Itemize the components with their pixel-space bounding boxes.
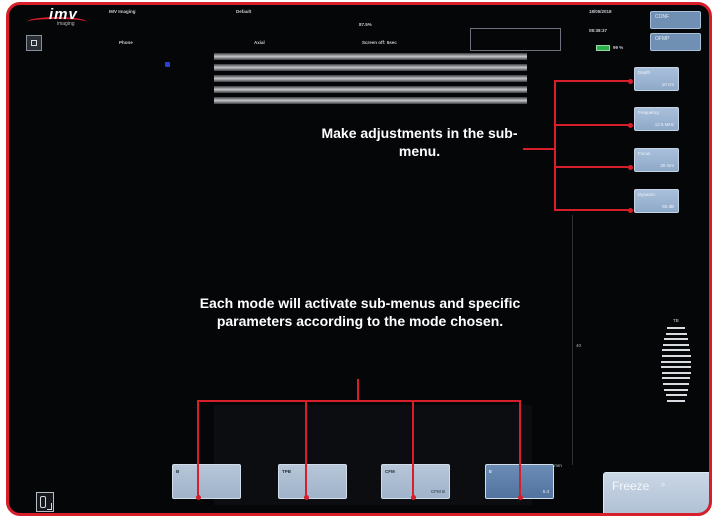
leader-line <box>197 400 199 498</box>
focus-marker-icon <box>165 62 170 67</box>
tgc-bar <box>663 343 689 346</box>
echo-band <box>214 86 527 93</box>
logo-subtext: imaging <box>57 21 75 27</box>
echo-band <box>214 97 527 104</box>
tgc-bar <box>661 360 691 363</box>
scale-tick-label: 40 <box>576 343 582 348</box>
tgc-bar <box>667 327 685 329</box>
leader-line <box>197 400 521 402</box>
battery-icon <box>596 45 610 51</box>
leader-dot <box>628 123 633 128</box>
leader-line <box>554 209 632 211</box>
tgc-bar <box>661 355 691 357</box>
tgc-bar <box>662 349 690 352</box>
leader-line <box>412 400 414 498</box>
tgc-bar <box>661 366 691 369</box>
leader-line <box>554 166 632 168</box>
leader-line <box>523 148 555 150</box>
leader-dot <box>628 165 633 170</box>
tgc-bar <box>664 388 688 391</box>
leader-dot <box>411 495 416 500</box>
leader-dot <box>196 495 201 500</box>
screen-mode-icon[interactable] <box>26 35 42 51</box>
header-screen-off: Screen off: 5sec <box>362 40 397 45</box>
leader-dot <box>628 79 633 84</box>
tgc-bar <box>665 332 687 335</box>
time-readout: 08:38:37 <box>589 28 608 33</box>
preset-name: IMV Imaging <box>109 9 136 14</box>
mode-b-button[interactable]: B <box>172 464 241 499</box>
info-box <box>470 28 561 51</box>
ofmp-button[interactable]: OFMP <box>650 33 701 51</box>
leader-line <box>554 80 556 211</box>
leader-dot <box>628 208 633 213</box>
conf-button[interactable]: CONF <box>650 11 701 29</box>
dynamic-button[interactable]: Dynamic 65 dB <box>634 189 679 213</box>
tgc-bar <box>664 338 688 341</box>
focus-button[interactable]: Focus 30 mm <box>634 148 679 172</box>
echo-band <box>214 53 527 60</box>
chevron-right-icon: > <box>661 482 666 489</box>
echo-band <box>214 64 527 71</box>
leader-dot <box>304 495 309 500</box>
callout-modes: Each mode will activate sub-menus and sp… <box>199 295 521 329</box>
mode-tpb-button[interactable]: TPB <box>278 464 347 499</box>
tgc-bar <box>661 371 691 374</box>
probe-icon[interactable] <box>36 492 54 512</box>
depth-scale <box>572 215 573 465</box>
frequency-button[interactable]: Frequency 12.5 MHz <box>634 107 679 131</box>
preset-value: Default <box>236 9 252 14</box>
header-axial: Axial <box>254 40 265 45</box>
tgc-label: TB <box>673 318 679 323</box>
tgc-bar <box>665 394 687 397</box>
echo-band <box>214 75 527 82</box>
leader-line <box>554 80 632 82</box>
leader-line <box>357 379 359 401</box>
tgc-bar <box>667 399 685 402</box>
leader-dot <box>518 495 523 500</box>
percent-readout: 87.5% <box>359 22 372 27</box>
battery-percent: 99 % <box>613 45 624 50</box>
ultrasound-image <box>214 53 527 107</box>
callout-submenu: Make adjustments in the sub-menu. <box>321 125 518 159</box>
tgc-bar <box>662 377 690 380</box>
freeze-button[interactable]: Freeze > <box>603 472 709 513</box>
depth-button[interactable]: Depth 10 cm <box>634 67 679 91</box>
tgc-slider[interactable] <box>661 327 691 407</box>
date-readout: 18/05/2018 <box>589 9 612 14</box>
leader-line <box>554 124 632 126</box>
leader-line <box>305 400 307 498</box>
imv-logo: imv imaging <box>27 6 95 29</box>
header-phone: Phone <box>119 40 133 45</box>
tgc-bar <box>663 383 689 385</box>
leader-line <box>519 400 521 498</box>
mode-cfm-button[interactable]: CFM CFM B <box>381 464 450 499</box>
